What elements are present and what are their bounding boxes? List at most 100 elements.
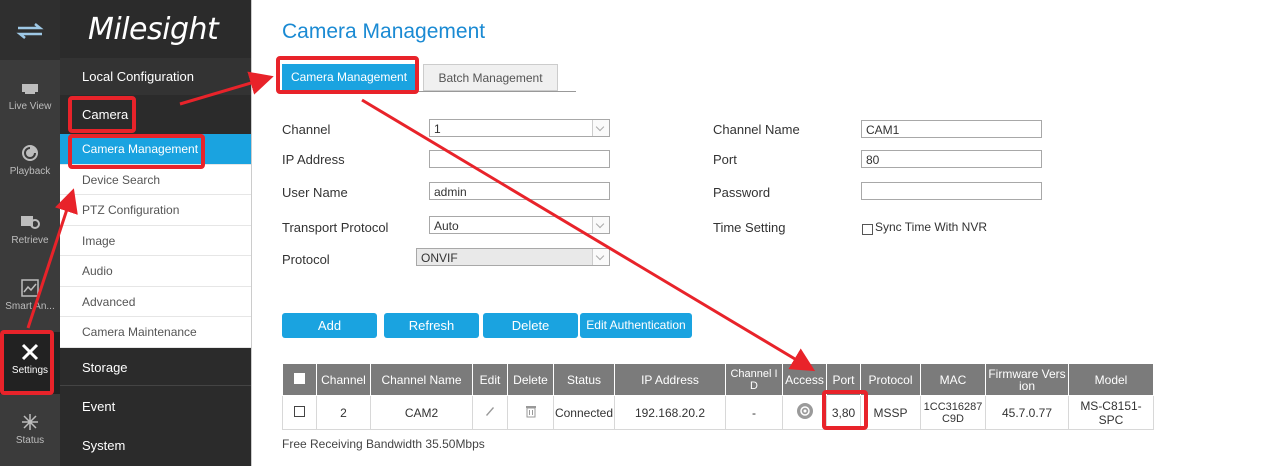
cell-channel: 2 [316, 395, 371, 430]
password-input[interactable] [861, 182, 1042, 200]
web-access-icon[interactable] [796, 402, 814, 420]
sync-time-checkbox[interactable] [862, 224, 873, 235]
column-header: Model [1068, 363, 1154, 396]
rail-label: Smart An... [5, 301, 55, 312]
rail-settings[interactable]: Settings [0, 332, 60, 394]
column-header: Channel [316, 363, 371, 396]
milesight-logo: Milesight [88, 12, 219, 47]
cell-channel-id: - [725, 395, 783, 430]
submenu-device-search[interactable]: Device Search [60, 165, 251, 195]
channel-value: 1 [434, 122, 441, 136]
camera-submenu: Camera Management Device Search PTZ Conf… [60, 134, 251, 348]
nav-system[interactable]: System [60, 427, 251, 464]
row-checkbox[interactable] [294, 405, 305, 417]
channel-name-input[interactable]: CAM1 [861, 120, 1042, 138]
trash-icon[interactable] [524, 404, 538, 418]
protocol-value: ONVIF [421, 251, 458, 265]
submenu-ptz-configuration[interactable]: PTZ Configuration [60, 195, 251, 226]
rail-live-view[interactable]: Live View [0, 78, 60, 112]
toggle-menu-button[interactable] [0, 0, 60, 60]
protocol-label: Protocol [282, 252, 330, 267]
submenu-camera-management[interactable]: Camera Management [60, 134, 251, 165]
port-input[interactable]: 80 [861, 150, 1042, 168]
settings-icon [21, 343, 39, 361]
column-header: IP Address [614, 363, 726, 396]
cell-access [782, 395, 827, 430]
chevron-down-icon [592, 217, 609, 233]
column-header: Access [782, 363, 827, 396]
cell-edit [472, 395, 508, 430]
protocol-select[interactable]: ONVIF [416, 248, 610, 266]
tab-bar: Camera Management Batch Management [280, 62, 576, 92]
cell-model: MS-C8151-SPC [1068, 395, 1154, 430]
tab-batch-management[interactable]: Batch Management [423, 64, 558, 91]
column-header: Protocol [860, 363, 921, 396]
main-content: Camera Management Camera Management Batc… [251, 0, 1267, 466]
user-name-input[interactable]: admin [429, 182, 610, 200]
chevron-down-icon [592, 249, 609, 265]
cell-delete [507, 395, 554, 430]
ip-address-label: IP Address [282, 152, 345, 167]
channel-select[interactable]: 1 [429, 119, 610, 137]
chevron-down-icon [592, 120, 609, 136]
user-name-label: User Name [282, 185, 348, 200]
retrieve-icon [21, 216, 40, 229]
rail-label: Live View [8, 101, 52, 112]
refresh-button[interactable]: Refresh [384, 313, 479, 338]
submenu-camera-maintenance[interactable]: Camera Maintenance [60, 317, 251, 348]
select-all-cell[interactable] [282, 363, 317, 396]
row-select-cell[interactable] [282, 395, 317, 430]
delete-button[interactable]: Delete [483, 313, 578, 338]
password-label: Password [713, 185, 771, 200]
rail-retrieve[interactable]: Retrieve [0, 212, 60, 246]
port-label: Port [713, 152, 737, 167]
nav-local-configuration[interactable]: Local Configuration [60, 58, 251, 95]
submenu-advanced[interactable]: Advanced [60, 287, 251, 317]
transport-protocol-value: Auto [434, 219, 459, 233]
smart-analysis-icon [21, 279, 39, 297]
submenu-image[interactable]: Image [60, 226, 251, 256]
transport-protocol-label: Transport Protocol [282, 220, 389, 235]
rail-smart-analysis[interactable]: Smart An... [0, 278, 60, 312]
add-button[interactable]: Add [282, 313, 377, 338]
status-icon [22, 414, 38, 430]
cell-mac: 1CC316287 C9D [920, 395, 986, 430]
edit-authentication-button[interactable]: Edit Authentication [580, 313, 692, 338]
column-header: Firmware Vers ion [985, 363, 1069, 396]
column-header: Edit [472, 363, 508, 396]
column-header: Status [553, 363, 615, 396]
column-header: MAC [920, 363, 986, 396]
column-header: Port [826, 363, 861, 396]
rail-label: Settings [11, 365, 49, 376]
icon-rail: Live View Playback Retrieve Smart An... … [0, 0, 60, 466]
rail-status[interactable]: Status [0, 412, 60, 446]
pencil-icon[interactable] [483, 404, 497, 418]
channel-name-label: Channel Name [713, 122, 800, 137]
time-setting-label: Time Setting [713, 220, 786, 235]
transport-protocol-select[interactable]: Auto [429, 216, 610, 234]
camera-table: Channel Channel Name Edit Delete Status … [282, 363, 1154, 430]
free-bandwidth-text: Free Receiving Bandwidth 35.50Mbps [282, 437, 485, 451]
nav-event[interactable]: Event [60, 388, 251, 425]
column-header: Channel I D [725, 363, 783, 396]
nav-camera[interactable]: Camera [60, 96, 251, 133]
cell-protocol: MSSP [860, 395, 921, 430]
cell-status: Connected [553, 395, 615, 430]
table-row[interactable]: 2 CAM2 Connected 192.168.20.2 - 3,80 MSS… [282, 395, 1154, 430]
tab-camera-management[interactable]: Camera Management [282, 64, 416, 91]
cell-ip-address: 192.168.20.2 [614, 395, 726, 430]
submenu-audio[interactable]: Audio [60, 256, 251, 287]
rail-label: Status [15, 435, 45, 446]
rail-label: Retrieve [11, 235, 49, 246]
ip-address-input[interactable] [429, 150, 610, 168]
column-header: Delete [507, 363, 554, 396]
page-title: Camera Management [282, 20, 486, 43]
playback-icon [22, 145, 38, 161]
select-all-checkbox[interactable] [294, 373, 305, 384]
nav-storage[interactable]: Storage [60, 349, 251, 386]
sync-time-label: Sync Time With NVR [875, 220, 988, 234]
channel-label: Channel [282, 122, 331, 137]
swap-arrows-icon [16, 23, 44, 39]
rail-label: Playback [9, 166, 51, 177]
rail-playback[interactable]: Playback [0, 143, 60, 177]
